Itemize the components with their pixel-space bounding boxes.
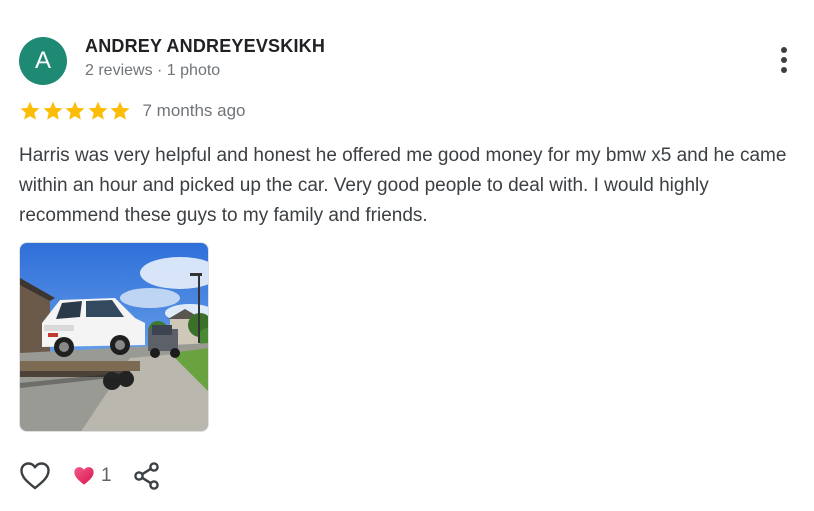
review-photo-image [20,243,208,431]
reviewer-meta: 2 reviews · 1 photo [85,62,221,79]
rating-row: 7 months ago [19,99,246,123]
reaction-count: 1 [101,465,112,486]
review-actions: 1 [19,458,162,494]
star-icon [43,101,62,120]
star-icon [88,101,107,120]
heart-filled-icon [74,467,94,485]
review-time: 7 months ago [142,101,246,120]
share-icon [133,462,159,490]
avatar-initial: A [34,47,51,74]
reaction-count-button[interactable]: 1 [73,465,112,487]
heart-outline-icon [20,462,50,490]
review-photo[interactable] [19,242,209,432]
share-button[interactable] [132,460,162,492]
more-options-button[interactable] [770,44,798,76]
star-icon [110,101,130,120]
review-card: A ANDREY ANDREYEVSKIKH 2 reviews · 1 pho… [0,0,814,511]
star-icon [20,101,40,120]
review-text: Harris was very helpful and honest he of… [19,145,787,226]
avatar[interactable]: A [19,37,67,85]
reviewer-name[interactable]: ANDREY ANDREYEVSKIKH [85,36,325,57]
star-rating [19,100,132,122]
like-button[interactable] [19,460,51,492]
star-icon [65,101,85,120]
